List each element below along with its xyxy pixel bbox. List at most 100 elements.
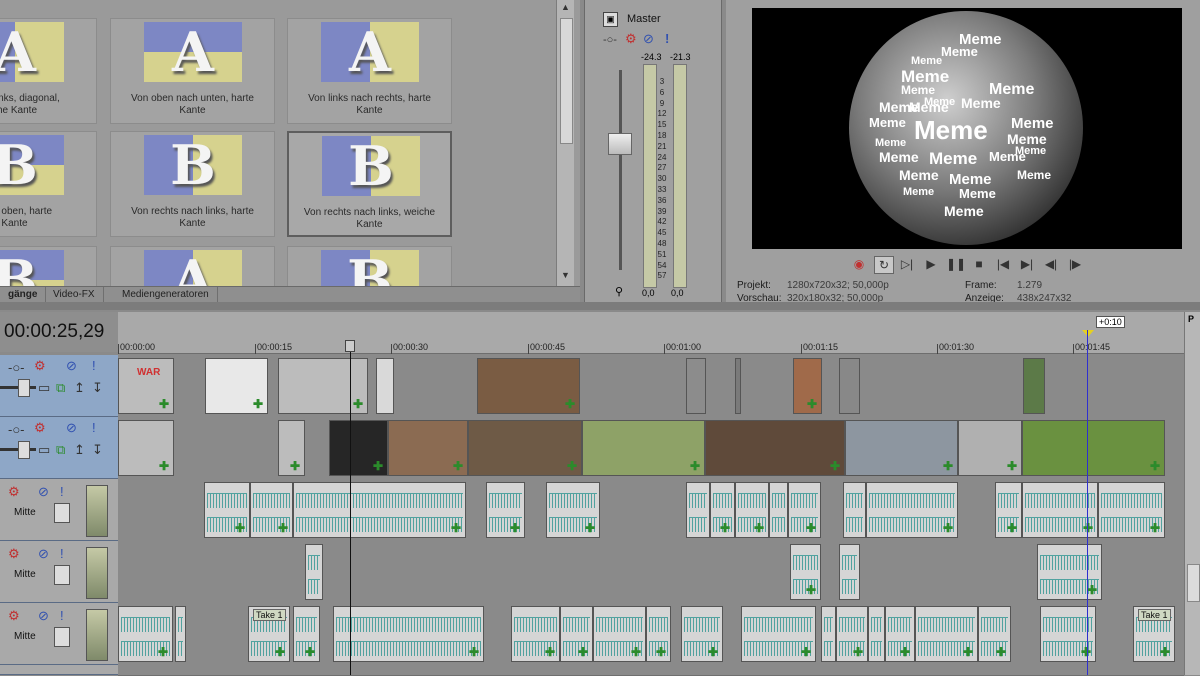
- solo-icon[interactable]: !: [665, 32, 669, 46]
- track-fx-icon[interactable]: ⚙: [8, 485, 20, 499]
- video-event[interactable]: [839, 358, 860, 414]
- pause-button[interactable]: ❚❚: [946, 256, 966, 272]
- scroll-icon[interactable]: P: [1188, 314, 1194, 324]
- mute-icon[interactable]: ⊘: [643, 32, 654, 46]
- arrow-down-icon[interactable]: ↧: [92, 443, 103, 457]
- audio-track-header[interactable]: ⚙ ⊘! Mitte: [0, 541, 118, 603]
- event-fx-icon[interactable]: ✚: [253, 397, 263, 411]
- loop-marker-icon[interactable]: [1082, 330, 1094, 337]
- scroll-thumb[interactable]: [560, 18, 573, 144]
- audio-event[interactable]: ✚: [511, 606, 560, 662]
- transition-preset[interactable]: Bnach oben, harteKante: [0, 131, 97, 237]
- audio-event[interactable]: [839, 544, 860, 600]
- transition-preset[interactable]: A Von oben nach unten, harte Kante: [110, 18, 275, 124]
- video-event[interactable]: ✚: [845, 420, 958, 476]
- track-fx-icon[interactable]: ⚙: [8, 609, 20, 623]
- video-event[interactable]: ✚: [278, 420, 305, 476]
- audio-event[interactable]: ✚: [293, 482, 466, 538]
- pan-knob[interactable]: [54, 627, 70, 647]
- scroll-up-icon[interactable]: ▲: [561, 2, 570, 12]
- go-start-button[interactable]: |◀: [994, 256, 1012, 272]
- media-fx-icon[interactable]: ⧉: [56, 443, 65, 457]
- compositing-mode-icon[interactable]: ↥: [74, 443, 85, 457]
- event-fx-icon[interactable]: ✚: [373, 459, 383, 473]
- event-fx-icon[interactable]: ✚: [754, 521, 764, 535]
- event-fx-icon[interactable]: ✚: [830, 459, 840, 473]
- video-event[interactable]: ✚: [1022, 420, 1165, 476]
- audio-event[interactable]: ✚: [915, 606, 978, 662]
- audio-event[interactable]: ✚: [681, 606, 723, 662]
- compositing-mode-icon[interactable]: ↥: [74, 381, 85, 395]
- mute-icon[interactable]: ⊘: [38, 547, 49, 561]
- event-fx-icon[interactable]: ✚: [720, 521, 730, 535]
- audio-event[interactable]: Take 1 ✚: [248, 606, 290, 662]
- video-event[interactable]: ✚: [793, 358, 822, 414]
- next-frame-button[interactable]: |▶: [1066, 256, 1084, 272]
- audio-event[interactable]: ✚: [836, 606, 868, 662]
- transition-preset[interactable]: A Von links nach rechts, harte Kante: [287, 18, 452, 124]
- video-event[interactable]: ✚: [388, 420, 468, 476]
- composite-icon[interactable]: ▭: [38, 381, 50, 395]
- video-event[interactable]: ✚: [705, 420, 845, 476]
- video-event[interactable]: [376, 358, 394, 414]
- event-fx-icon[interactable]: ✚: [1007, 521, 1017, 535]
- event-fx-icon[interactable]: ✚: [690, 459, 700, 473]
- audio-event[interactable]: [305, 544, 323, 600]
- master-fader[interactable]: [608, 133, 632, 155]
- event-fx-icon[interactable]: ✚: [585, 521, 595, 535]
- tab-transitions[interactable]: gänge: [0, 287, 47, 302]
- mute-icon[interactable]: ⊘: [38, 485, 49, 499]
- event-fx-icon[interactable]: ✚: [290, 459, 300, 473]
- video-event[interactable]: [686, 358, 706, 414]
- pan-knob[interactable]: [54, 565, 70, 585]
- audio-event[interactable]: ✚: [1098, 482, 1165, 538]
- audio-event[interactable]: ✚: [250, 482, 293, 538]
- event-fx-icon[interactable]: ✚: [451, 521, 461, 535]
- audio-event[interactable]: ✚: [293, 606, 320, 662]
- event-fx-icon[interactable]: ✚: [469, 645, 479, 659]
- solo-icon[interactable]: !: [92, 359, 96, 373]
- audio-event[interactable]: ✚: [978, 606, 1011, 662]
- loop-button[interactable]: ↻: [874, 256, 894, 274]
- audio-track-lane[interactable]: [118, 541, 1184, 604]
- audio-event[interactable]: [769, 482, 788, 538]
- event-fx-icon[interactable]: ✚: [963, 645, 973, 659]
- audio-event[interactable]: ✚: [885, 606, 915, 662]
- arrow-down-icon[interactable]: ↧: [92, 381, 103, 395]
- audio-event[interactable]: ✚: [741, 606, 816, 662]
- transition-preset[interactable]: B Von rechts nach links, weiche Kante: [287, 131, 452, 237]
- video-event[interactable]: WAR ✚: [118, 358, 174, 414]
- event-fx-icon[interactable]: ✚: [565, 397, 575, 411]
- prev-frame-button[interactable]: ◀|: [1042, 256, 1060, 272]
- motion-icon[interactable]: -○-: [8, 361, 25, 375]
- tab-video-fx[interactable]: Video-FX: [45, 287, 104, 302]
- event-fx-icon[interactable]: ✚: [578, 645, 588, 659]
- event-fx-icon[interactable]: ✚: [801, 645, 811, 659]
- record-button[interactable]: ◉: [850, 256, 868, 272]
- audio-event[interactable]: ✚: [710, 482, 735, 538]
- audio-event[interactable]: ✚: [735, 482, 769, 538]
- solo-icon[interactable]: !: [60, 547, 64, 561]
- fx-chain-icon[interactable]: -○-: [603, 33, 617, 47]
- scroll-down-icon[interactable]: ▼: [561, 270, 570, 280]
- transition-preset[interactable]: B Von rechts nach links, harte Kante: [110, 131, 275, 237]
- lock-icon[interactable]: ⚲: [615, 285, 623, 298]
- event-fx-icon[interactable]: ✚: [1150, 521, 1160, 535]
- event-fx-icon[interactable]: ✚: [806, 521, 816, 535]
- timeline-ruler[interactable]: +0:10 00:00:00 00:00:15 00:00:30 00:00:45 00…: [118, 312, 1184, 354]
- video-event[interactable]: [1023, 358, 1045, 414]
- audio-event[interactable]: ✚: [204, 482, 250, 538]
- transition-preset[interactable]: B: [0, 246, 97, 286]
- audio-event[interactable]: Take 1 ✚: [1133, 606, 1175, 662]
- event-fx-icon[interactable]: ✚: [996, 645, 1006, 659]
- audio-event[interactable]: ✚: [486, 482, 525, 538]
- event-fx-icon[interactable]: ✚: [510, 521, 520, 535]
- event-fx-icon[interactable]: ✚: [656, 645, 666, 659]
- play-from-start-button[interactable]: ▷|: [898, 256, 916, 272]
- mute-icon[interactable]: ⊘: [38, 609, 49, 623]
- tab-media-generators[interactable]: Mediengeneratoren: [114, 287, 218, 302]
- mute-icon[interactable]: ⊘: [66, 359, 77, 373]
- track-fx-icon[interactable]: ⚙: [34, 421, 46, 435]
- solo-icon[interactable]: !: [92, 421, 96, 435]
- composite-icon[interactable]: ▭: [38, 443, 50, 457]
